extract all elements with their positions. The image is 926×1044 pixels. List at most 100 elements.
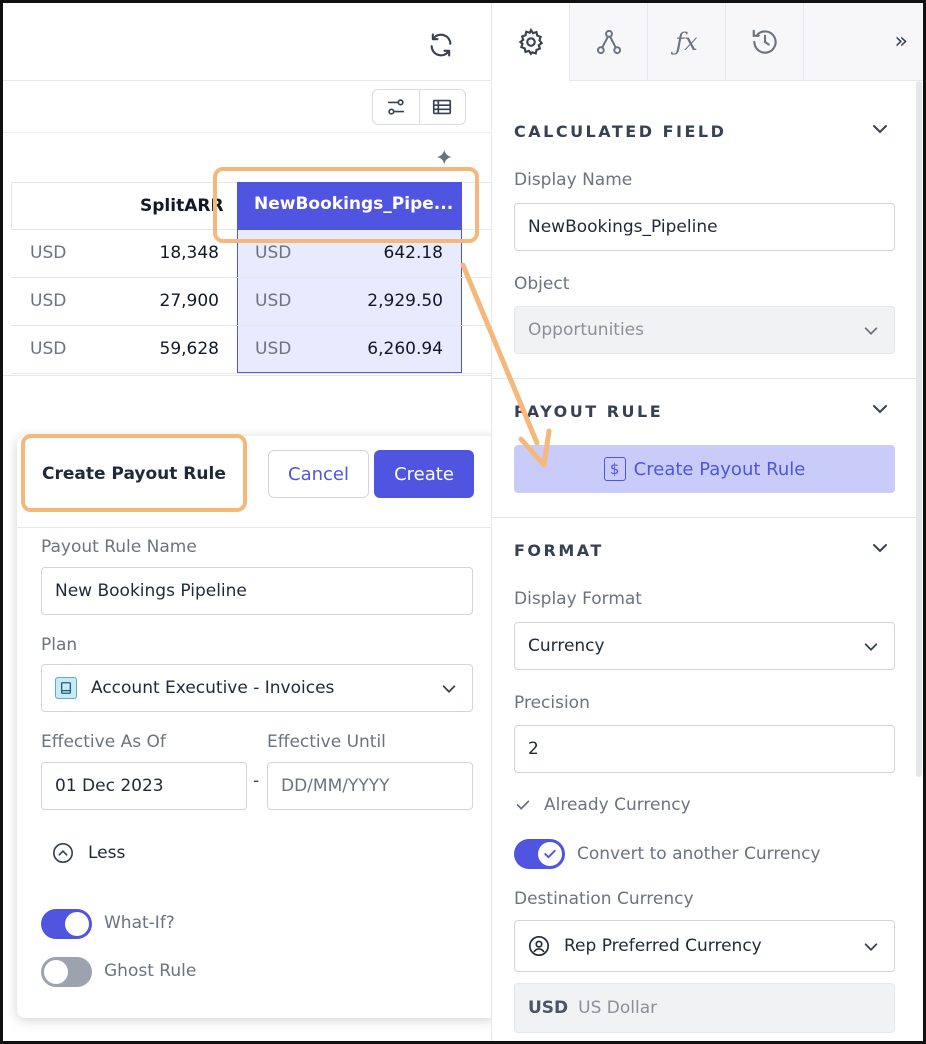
display-name-value: NewBookings_Pipeline xyxy=(528,217,718,237)
effective-until-placeholder: DD/MM/YYYY xyxy=(281,776,390,796)
effective-from-label: Effective As Of xyxy=(41,732,166,752)
column-callout-highlight xyxy=(213,167,479,243)
date-range-separator: - xyxy=(253,771,260,791)
dollar-icon: $ xyxy=(603,457,626,481)
effective-until-label: Effective Until xyxy=(267,732,386,752)
table-icon[interactable] xyxy=(418,90,465,124)
calculated-field-title: CALCULATED FIELD xyxy=(514,122,727,141)
value-cell: 6,260.94 xyxy=(367,339,443,359)
currency-cell: USD xyxy=(255,291,292,311)
currency-cell: USD xyxy=(255,243,292,263)
toggle-knob xyxy=(538,842,562,866)
convert-currency-label: Convert to another Currency xyxy=(577,844,821,864)
popover-header: Create Payout Rule Cancel Create xyxy=(17,434,497,528)
currency-cell: USD xyxy=(30,291,67,311)
format-title: FORMAT xyxy=(514,541,604,560)
value-cell: 642.18 xyxy=(383,243,443,263)
display-format-select[interactable]: Currency xyxy=(514,622,895,670)
less-label: Less xyxy=(88,843,126,863)
graph-icon xyxy=(596,29,621,55)
currency-code: USD xyxy=(528,998,569,1018)
value-cell: 59,628 xyxy=(159,339,219,359)
less-toggle[interactable]: Less xyxy=(52,842,125,864)
panel-scrollbar[interactable] xyxy=(916,81,922,777)
payout-rule-name-value: New Bookings Pipeline xyxy=(55,581,247,601)
display-name-label: Display Name xyxy=(514,170,633,190)
chevron-down-icon[interactable] xyxy=(870,119,890,139)
value-cell: 18,348 xyxy=(159,243,219,263)
book-icon xyxy=(55,677,77,699)
tab-function[interactable]: ƒx xyxy=(648,3,726,81)
currency-display-field: USD US Dollar xyxy=(514,983,895,1033)
object-select: Opportunities xyxy=(514,306,895,354)
display-name-input[interactable]: NewBookings_Pipeline xyxy=(514,203,895,251)
value-cell: 27,900 xyxy=(159,291,219,311)
currency-cell: USD xyxy=(255,339,292,359)
filter-settings-icon[interactable] xyxy=(373,90,419,124)
toggle-knob xyxy=(44,960,68,984)
precision-value: 2 xyxy=(528,739,539,759)
top-toolbar xyxy=(3,3,491,81)
payout-rule-title: PAYOUT RULE xyxy=(514,402,664,421)
create-payout-rule-label: Create Payout Rule xyxy=(633,458,806,480)
table-row: USD 59,628 USD 6,260.94 xyxy=(11,326,491,374)
chevron-down-icon xyxy=(864,943,878,951)
chevron-down-icon xyxy=(864,327,878,335)
properties-panel: ƒx » CALCULATED FIELD Display Name NewBo… xyxy=(491,3,923,1041)
plan-select[interactable]: Account Executive - Invoices xyxy=(41,664,473,712)
chevron-down-icon xyxy=(442,685,456,693)
effective-from-input[interactable]: 01 Dec 2023 xyxy=(41,762,247,810)
payout-rule-name-label: Payout Rule Name xyxy=(41,537,197,557)
currency-cell: USD xyxy=(30,243,67,263)
plan-value: Account Executive - Invoices xyxy=(91,678,335,698)
chevron-down-icon[interactable] xyxy=(870,538,890,558)
ghost-rule-label: Ghost Rule xyxy=(104,961,197,981)
user-circle-icon xyxy=(529,936,549,956)
effective-from-value: 01 Dec 2023 xyxy=(55,776,164,796)
create-button[interactable]: Create xyxy=(374,450,474,498)
left-pane: ✦ SplitARR NewBookings_Pipe... USD 18,34… xyxy=(3,3,497,1041)
whatif-label: What-If? xyxy=(104,913,175,933)
convert-currency-toggle[interactable] xyxy=(514,839,565,869)
section-divider xyxy=(492,517,916,518)
ghost-rule-toggle[interactable] xyxy=(41,957,92,987)
value-cell: 2,929.50 xyxy=(367,291,443,311)
effective-until-input[interactable]: DD/MM/YYYY xyxy=(267,762,473,810)
history-icon xyxy=(752,29,777,54)
grid-bottom-border xyxy=(3,375,491,376)
create-payout-rule-popover: Create Payout Rule Cancel Create Payout … xyxy=(17,434,497,1018)
precision-label: Precision xyxy=(514,693,590,713)
chevron-up-circle-icon xyxy=(53,843,73,863)
refresh-icon[interactable] xyxy=(427,31,455,59)
chevron-down-icon[interactable] xyxy=(870,399,890,419)
plan-label: Plan xyxy=(41,635,78,655)
table-row: USD 27,900 USD 2,929.50 xyxy=(11,278,491,326)
tab-settings[interactable] xyxy=(492,3,570,82)
tab-graph[interactable] xyxy=(570,3,648,81)
already-currency-label: Already Currency xyxy=(544,795,691,815)
destination-currency-value: Rep Preferred Currency xyxy=(564,936,762,956)
chevron-down-icon xyxy=(864,643,878,651)
column-header-splitarr[interactable]: SplitARR xyxy=(140,196,224,216)
whatif-toggle[interactable] xyxy=(41,909,92,939)
create-payout-rule-button[interactable]: $ Create Payout Rule xyxy=(514,445,895,493)
destination-currency-select[interactable]: Rep Preferred Currency xyxy=(514,920,895,972)
expand-icon[interactable]: » xyxy=(895,29,908,54)
tab-history[interactable] xyxy=(726,3,804,81)
currency-cell: USD xyxy=(30,339,67,359)
toggle-knob xyxy=(65,912,89,936)
cancel-button[interactable]: Cancel xyxy=(268,450,369,498)
check-icon xyxy=(516,800,530,810)
view-toggle-group xyxy=(372,89,466,125)
precision-input[interactable]: 2 xyxy=(514,725,895,773)
app-frame: ✦ SplitARR NewBookings_Pipe... USD 18,34… xyxy=(0,0,926,1044)
already-currency-row: Already Currency xyxy=(514,795,691,815)
function-icon: ƒx xyxy=(675,28,698,56)
popover-title: Create Payout Rule xyxy=(42,464,226,484)
display-format-label: Display Format xyxy=(514,589,642,609)
object-value: Opportunities xyxy=(528,320,644,340)
currency-name: US Dollar xyxy=(578,998,658,1018)
payout-rule-name-input[interactable]: New Bookings Pipeline xyxy=(41,567,473,615)
section-divider xyxy=(492,378,916,379)
destination-currency-label: Destination Currency xyxy=(514,889,694,909)
